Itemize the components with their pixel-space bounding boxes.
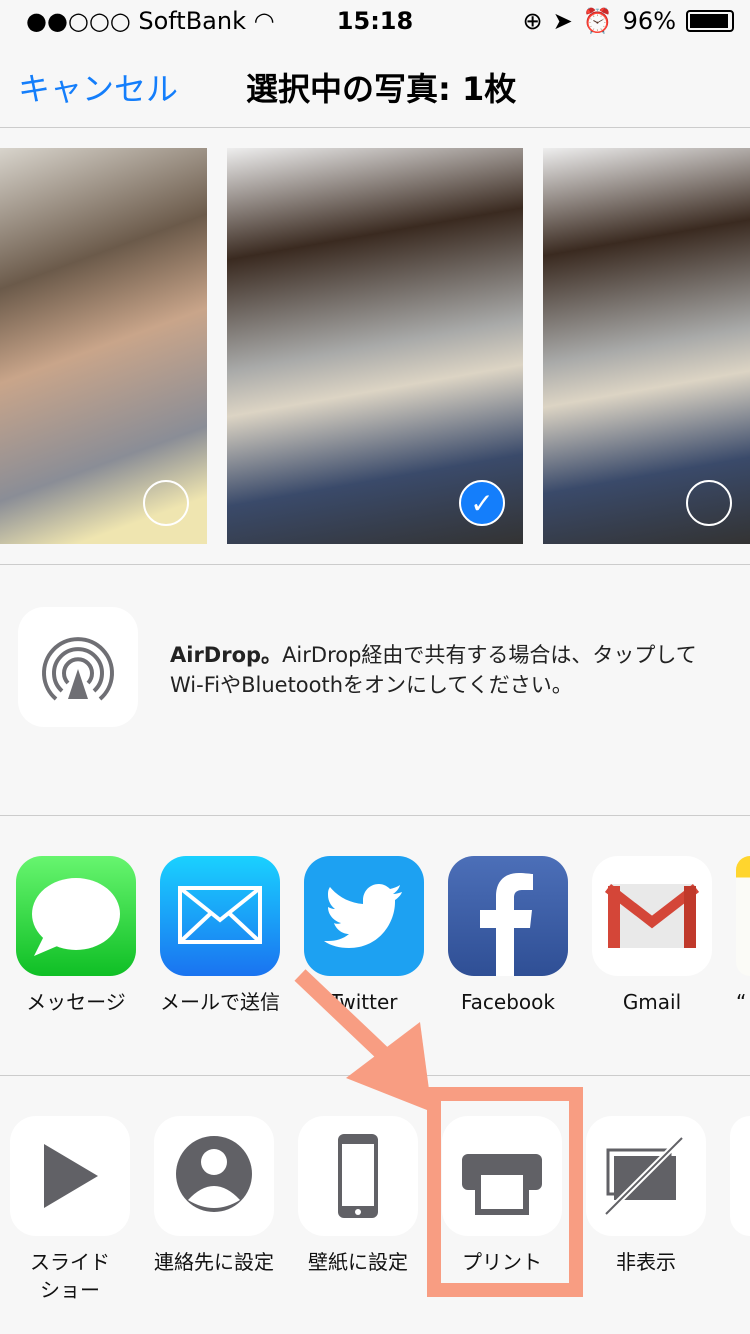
annotation-highlight-box (427, 1087, 583, 1297)
annotation-overlay (294, 969, 583, 1297)
